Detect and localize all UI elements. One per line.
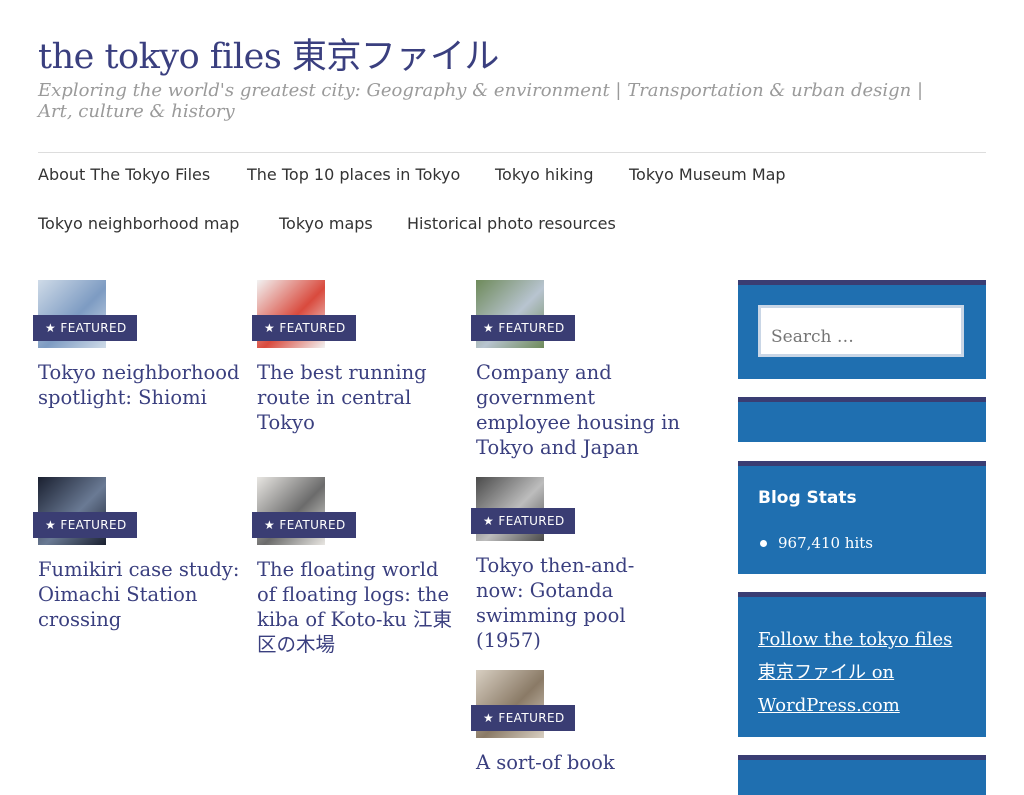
hits-count: 967,410 hits (778, 534, 873, 552)
post-title[interactable]: The best running route in central Tokyo (257, 360, 462, 435)
star-icon: ★ (45, 518, 57, 532)
featured-badge: ★ FEATURED (471, 508, 575, 534)
header-divider (38, 152, 986, 153)
post-card: ★ FEATURED Tokyo then-and-now: Gotanda s… (471, 477, 681, 653)
post-title[interactable]: Company and government employee housing … (476, 360, 681, 460)
star-icon: ★ (483, 514, 495, 528)
post-title[interactable]: Tokyo neighborhood spotlight: Shiomi (38, 360, 243, 410)
post-card: ★ FEATURED Company and government employ… (471, 280, 681, 460)
post-card: ★ FEATURED The floating world of floatin… (252, 477, 462, 657)
featured-badge: ★ FEATURED (471, 315, 575, 341)
featured-badge: ★ FEATURED (33, 315, 137, 341)
nav-item-hiking[interactable]: Tokyo hiking (495, 165, 593, 184)
featured-label: FEATURED (279, 321, 346, 335)
site-description: Exploring the world's greatest city: Geo… (38, 80, 924, 122)
widget-title: Blog Stats (758, 488, 857, 508)
post-title[interactable]: Fumikiri case study: Oimachi Station cro… (38, 557, 243, 632)
featured-label: FEATURED (60, 518, 127, 532)
post-card: ★ FEATURED The best running route in cen… (252, 280, 462, 435)
featured-label: FEATURED (498, 321, 565, 335)
nav-item-museum-map[interactable]: Tokyo Museum Map (629, 165, 786, 184)
featured-badge: ★ FEATURED (33, 512, 137, 538)
nav-item-about[interactable]: About The Tokyo Files (38, 165, 210, 184)
bullet-icon (760, 540, 767, 547)
follow-link[interactable]: Follow the tokyo files 東京ファイル on WordPre… (758, 623, 970, 722)
nav-item-top10[interactable]: The Top 10 places in Tokyo (247, 165, 460, 184)
featured-badge: ★ FEATURED (252, 512, 356, 538)
next-widget (738, 755, 986, 795)
featured-label: FEATURED (279, 518, 346, 532)
featured-label: FEATURED (60, 321, 127, 335)
follow-widget: Follow the tokyo files 東京ファイル on WordPre… (738, 592, 986, 737)
star-icon: ★ (45, 321, 57, 335)
star-icon: ★ (483, 711, 495, 725)
nav-item-neighborhood-map[interactable]: Tokyo neighborhood map (38, 214, 239, 233)
blog-stats-widget: Blog Stats 967,410 hits (738, 461, 986, 574)
search-input[interactable] (758, 305, 964, 357)
post-card: ★ FEATURED Fumikiri case study: Oimachi … (33, 477, 243, 632)
featured-badge: ★ FEATURED (471, 705, 575, 731)
featured-label: FEATURED (498, 711, 565, 725)
nav-item-photo-resources[interactable]: Historical photo resources (407, 214, 616, 233)
star-icon: ★ (264, 518, 276, 532)
search-widget (738, 280, 986, 379)
featured-label: FEATURED (498, 514, 565, 528)
post-title[interactable]: Tokyo then-and-now: Gotanda swimming poo… (476, 553, 681, 653)
featured-badge: ★ FEATURED (252, 315, 356, 341)
post-title[interactable]: The floating world of floating logs: the… (257, 557, 462, 657)
site-title[interactable]: the tokyo files 東京ファイル (38, 28, 499, 79)
star-icon: ★ (264, 321, 276, 335)
post-card: ★ FEATURED A sort-of book (471, 670, 681, 775)
post-title[interactable]: A sort-of book (476, 750, 681, 775)
post-card: ★ FEATURED Tokyo neighborhood spotlight:… (33, 280, 243, 410)
nav-item-tokyo-maps[interactable]: Tokyo maps (279, 214, 373, 233)
empty-widget (738, 397, 986, 442)
star-icon: ★ (483, 321, 495, 335)
